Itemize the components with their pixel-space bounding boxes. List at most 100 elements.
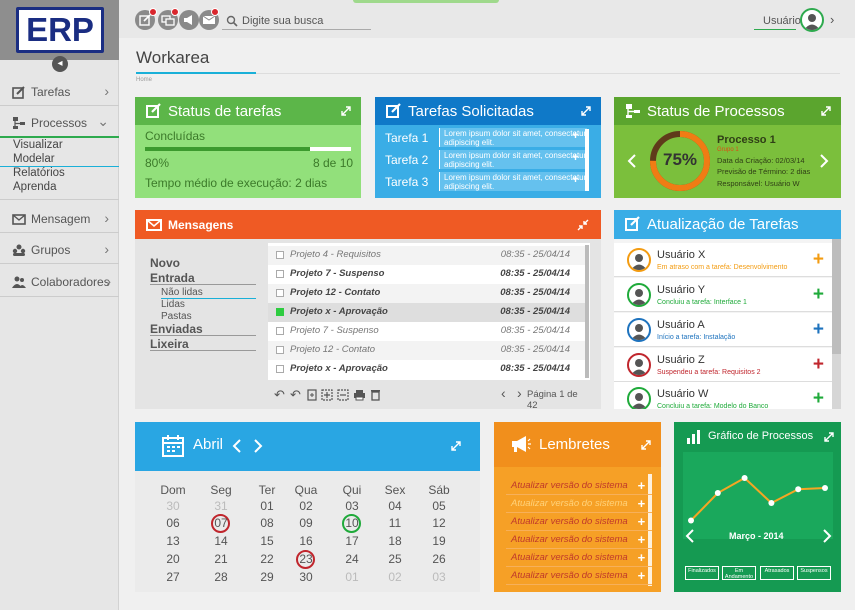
reminder-item[interactable]: Atualizar versão do sistema + (506, 567, 652, 585)
calendar-day[interactable]: 15 (247, 534, 287, 548)
calendar-day[interactable]: 06 (153, 516, 193, 530)
add-icon[interactable]: + (637, 478, 645, 493)
calendar-day[interactable]: 13 (153, 534, 193, 548)
calendar-day[interactable]: 14 (201, 534, 241, 548)
reminder-item[interactable]: Atualizar versão do sistema + (506, 477, 652, 495)
message-row[interactable]: Projeto x - Aprovação 08:35 - 25/04/14 (268, 360, 586, 379)
add-icon[interactable]: + (572, 129, 579, 141)
checkbox[interactable] (276, 346, 284, 354)
add-icon[interactable]: + (637, 550, 645, 565)
task-request-row[interactable]: Tarefa 3 Lorem ipsum dolor sit amet, con… (383, 172, 587, 192)
reply-all-icon[interactable]: ↶ (290, 387, 301, 403)
chevron-right-icon[interactable]: › (830, 12, 834, 27)
filter-finalizados-button[interactable]: Finalizados (685, 566, 719, 580)
calendar-day[interactable]: 12 (419, 516, 459, 530)
megaphone-icon[interactable] (179, 10, 199, 30)
chevron-right-icon[interactable] (822, 528, 832, 544)
reply-icon[interactable]: ↶ (274, 387, 285, 403)
calendar-day[interactable]: 01 (332, 570, 372, 584)
add-icon[interactable]: + (637, 496, 645, 511)
calendar-day[interactable]: 11 (375, 516, 415, 530)
calendar-day[interactable]: 02 (375, 570, 415, 584)
expand-icon[interactable] (824, 432, 834, 442)
filter-suspensos-button[interactable]: Suspensos (797, 566, 831, 580)
calendar-day[interactable]: 07 (201, 516, 241, 530)
add-icon[interactable]: + (637, 568, 645, 583)
add-icon[interactable]: + (637, 514, 645, 529)
calendar-day[interactable]: 22 (247, 552, 287, 566)
add-icon[interactable]: + (572, 151, 579, 163)
expand-icon[interactable] (451, 441, 461, 451)
subitem-relatorios[interactable]: Relatórios (13, 167, 65, 179)
avatar[interactable] (800, 8, 824, 32)
checkbox[interactable] (276, 327, 284, 335)
calendar-day[interactable]: 03 (332, 499, 372, 513)
calendar-day[interactable]: 27 (153, 570, 193, 584)
checkbox[interactable] (276, 365, 284, 373)
subitem-modelar[interactable]: Modelar (13, 153, 55, 165)
task-request-row[interactable]: Tarefa 1 Lorem ipsum dolor sit amet, con… (383, 128, 587, 148)
breadcrumb[interactable]: Home (136, 77, 152, 83)
calendar-day[interactable]: 10 (332, 516, 372, 530)
expand-icon[interactable] (341, 106, 351, 116)
reminder-item[interactable]: Atualizar versão do sistema + (506, 513, 652, 531)
calendar-day[interactable]: 23 (286, 552, 326, 566)
new-document-icon[interactable] (307, 389, 317, 401)
update-row[interactable]: Usuário Y Concluiu a tarefa: Interface 1 + (614, 278, 832, 312)
sidebar-item-grupos[interactable]: Grupos › (0, 235, 119, 265)
calendar-day[interactable]: 18 (375, 534, 415, 548)
calendar-day[interactable]: 31 (201, 499, 241, 513)
filter-em-andamento-button[interactable]: Em Andamento (722, 566, 756, 580)
calendar-day[interactable]: 24 (332, 552, 372, 566)
trash-icon[interactable] (370, 388, 381, 401)
scrollbar[interactable] (832, 239, 841, 354)
add-icon[interactable]: + (813, 249, 824, 271)
add-icon[interactable]: + (637, 532, 645, 547)
folder-entrada[interactable]: Entrada (150, 271, 195, 285)
calendar-day[interactable]: 30 (153, 499, 193, 513)
checkbox[interactable] (276, 289, 284, 297)
message-row[interactable]: Projeto 12 - Contato 08:35 - 25/04/14 (268, 284, 586, 303)
calendar-day[interactable]: 20 (153, 552, 193, 566)
calendar-day[interactable]: 03 (419, 570, 459, 584)
checkbox[interactable] (276, 251, 284, 259)
task-request-row[interactable]: Tarefa 2 Lorem ipsum dolor sit amet, con… (383, 150, 587, 170)
move-icon[interactable] (321, 389, 333, 401)
chevron-right-icon[interactable]: › (517, 385, 522, 401)
update-row[interactable]: Usuário W Concluiu a tarefa: Modelo do Ba… (614, 382, 832, 409)
reminder-item[interactable]: Atualizar versão do sistema + (506, 531, 652, 549)
add-icon[interactable]: + (813, 284, 824, 306)
print-icon[interactable] (353, 389, 366, 401)
expand-icon[interactable] (641, 440, 651, 450)
expand-icon[interactable] (821, 106, 831, 116)
chevron-left-icon[interactable] (232, 438, 242, 454)
calendar-day[interactable]: 01 (247, 499, 287, 513)
update-row[interactable]: Usuário X Em atraso com a tarefa: Desenvo… (614, 243, 832, 277)
expand-icon[interactable] (581, 106, 591, 116)
user-menu-label[interactable]: Usuário (763, 15, 801, 27)
search-input[interactable]: Digite sua busca (242, 15, 323, 27)
sidebar-item-colaboradores[interactable]: Colaboradores › (0, 267, 119, 297)
sidebar-item-processos[interactable]: Processos ⌄ (0, 108, 119, 138)
chevron-left-icon[interactable] (627, 153, 637, 169)
subitem-visualizar[interactable]: Visualizar (13, 139, 63, 151)
calendar-day[interactable]: 09 (286, 516, 326, 530)
subfolder-pastas[interactable]: Pastas (161, 311, 192, 322)
calendar-day[interactable]: 29 (247, 570, 287, 584)
calendar-day[interactable]: 17 (332, 534, 372, 548)
checkbox[interactable] (276, 270, 284, 278)
chevron-left-icon[interactable] (685, 528, 695, 544)
filter-atrasados-button[interactable]: Atrasados (760, 566, 794, 580)
collapse-sidebar-button[interactable]: ◂ (52, 56, 68, 72)
update-row[interactable]: Usuário A Início a tarefa: Instalação + (614, 313, 832, 347)
message-row[interactable]: Projeto 12 - Contato 08:35 - 25/04/14 (268, 341, 586, 360)
chevron-left-icon[interactable]: ‹ (501, 385, 506, 401)
update-row[interactable]: Usuário Z Suspendeu a tarefa: Requisitos … (614, 348, 832, 382)
calendar-day[interactable]: 28 (201, 570, 241, 584)
calendar-day[interactable]: 19 (419, 534, 459, 548)
calendar-day[interactable]: 02 (286, 499, 326, 513)
folder-novo[interactable]: Novo (150, 256, 180, 270)
calendar-day[interactable]: 08 (247, 516, 287, 530)
sidebar-item-mensagem[interactable]: Mensagem › (0, 204, 119, 234)
message-row[interactable]: Projeto 4 - Requisitos 08:35 - 25/04/14 (268, 246, 586, 265)
